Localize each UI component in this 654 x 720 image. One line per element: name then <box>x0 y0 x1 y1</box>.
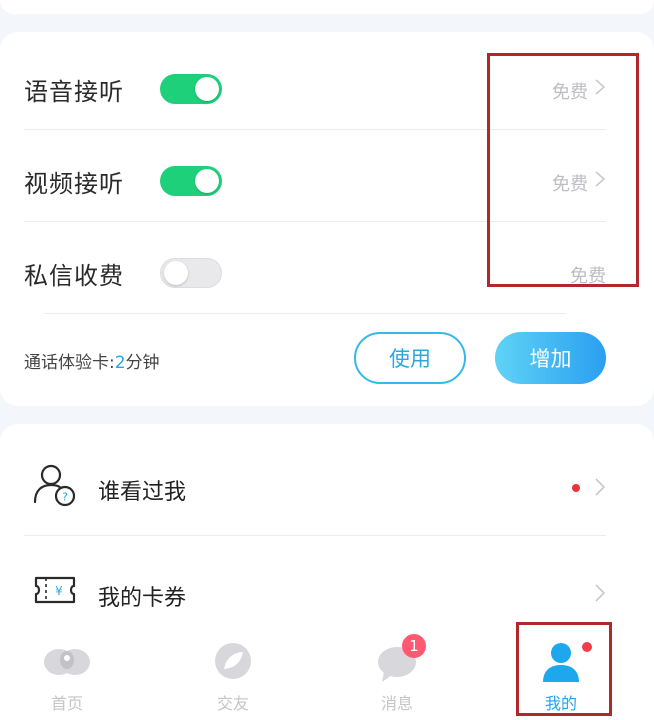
message-charge-row[interactable]: 私信收费 免费 <box>24 222 606 314</box>
coupon-icon: ¥ <box>34 576 76 604</box>
tab-label: 首页 <box>50 694 83 713</box>
toggle-knob <box>195 169 219 193</box>
video-answer-label: 视频接听 <box>24 170 124 198</box>
message-charge-price: 免费 <box>570 266 606 287</box>
chevron-right-icon[interactable] <box>594 171 606 187</box>
voice-answer-toggle[interactable] <box>160 74 222 104</box>
tab-label: 我的 <box>544 694 577 713</box>
tab-label: 消息 <box>380 694 413 713</box>
top-card <box>0 0 654 14</box>
toggle-knob <box>164 261 188 285</box>
add-button[interactable]: 增加 <box>495 332 606 384</box>
tab-profile[interactable]: 我的 <box>506 620 616 720</box>
trial-card-text: 通话体验卡:2分钟 <box>24 348 160 373</box>
tab-friends[interactable]: 交友 <box>178 620 288 720</box>
trial-suffix: 分钟 <box>125 353 160 373</box>
voice-answer-row[interactable]: 语音接听 免费 <box>24 38 606 130</box>
menu-card: ? 谁看过我 ¥ 我的卡券 <box>0 424 654 644</box>
svg-text:?: ? <box>62 491 68 504</box>
notification-dot <box>572 484 580 492</box>
video-answer-row[interactable]: 视频接听 免费 <box>24 130 606 222</box>
chevron-right-icon <box>595 478 606 496</box>
divider <box>44 313 566 314</box>
video-answer-toggle[interactable] <box>160 166 222 196</box>
unread-badge: 1 <box>402 634 426 658</box>
voice-answer-label: 语音接听 <box>24 78 124 106</box>
tab-messages[interactable]: 1 消息 <box>342 620 452 720</box>
message-charge-toggle[interactable] <box>160 258 222 288</box>
chevron-right-icon <box>595 584 606 602</box>
use-button[interactable]: 使用 <box>354 332 466 384</box>
visitor-icon: ? <box>33 464 76 507</box>
home-icon <box>44 649 90 675</box>
trial-minutes: 2 <box>114 353 126 373</box>
bottom-tab-bar: 首页 交友 1 消息 我的 <box>0 620 654 720</box>
chevron-right-icon[interactable] <box>594 79 606 95</box>
profile-icon <box>543 643 579 682</box>
tab-home[interactable]: 首页 <box>12 620 122 720</box>
notification-dot <box>582 642 592 652</box>
toggle-knob <box>195 77 219 101</box>
video-answer-price[interactable]: 免费 <box>552 170 588 196</box>
tab-label: 交友 <box>216 694 249 713</box>
menu-item-label: 谁看过我 <box>98 480 187 505</box>
message-charge-label: 私信收费 <box>24 262 124 290</box>
svg-text:¥: ¥ <box>55 584 63 598</box>
menu-item-visitors[interactable]: ? 谁看过我 <box>24 430 606 536</box>
voice-answer-price[interactable]: 免费 <box>552 78 588 104</box>
menu-item-label: 我的卡券 <box>98 586 187 611</box>
trial-card-row: 通话体验卡:2分钟 使用 增加 <box>24 330 606 390</box>
trial-prefix: 通话体验卡: <box>24 353 115 373</box>
friends-icon <box>215 643 251 679</box>
